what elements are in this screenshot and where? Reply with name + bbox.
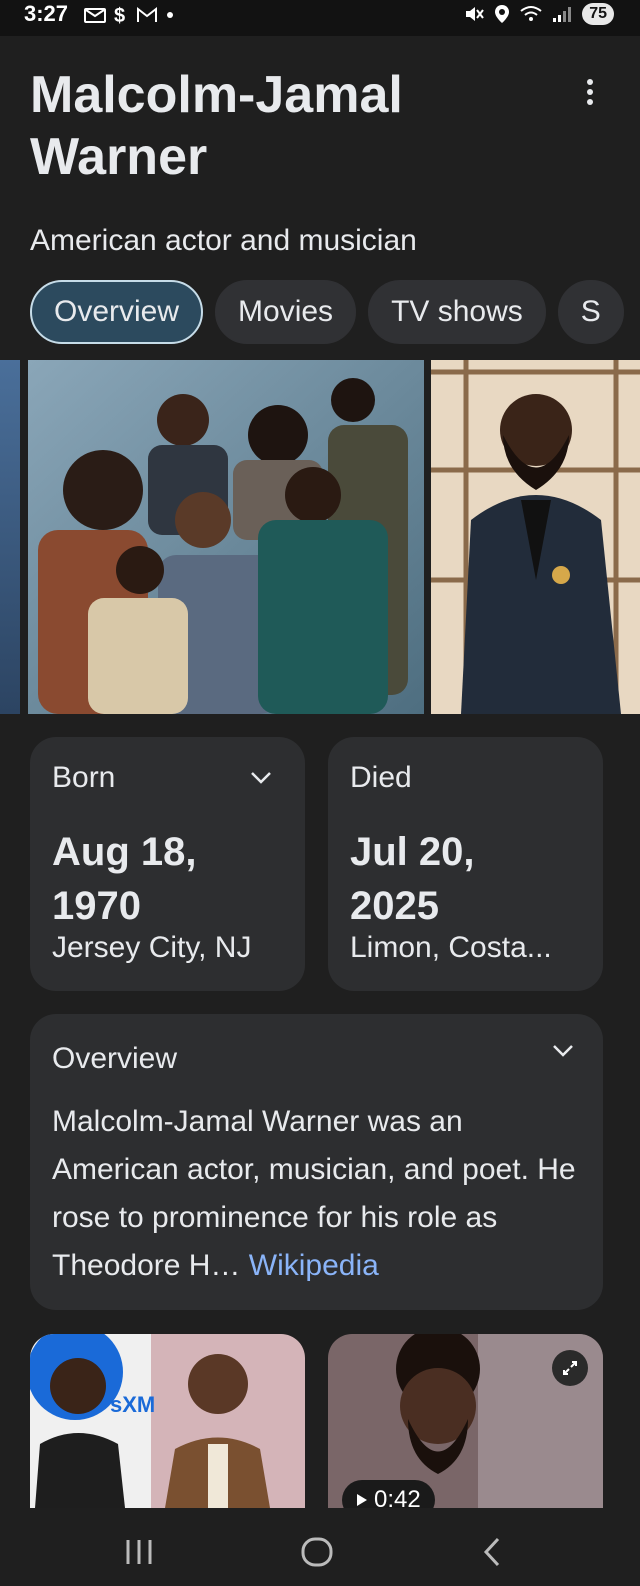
home-icon[interactable] [300, 1536, 334, 1568]
chevron-down-icon[interactable] [250, 771, 272, 785]
died-date-line2: 2025 [350, 884, 439, 928]
born-date: Aug 18, 1970 [52, 825, 292, 933]
location-icon [495, 5, 510, 23]
battery-indicator: 75 [582, 3, 614, 25]
status-bar: 3:27 $ 75 [0, 0, 640, 36]
died-date-line1: Jul 20, [350, 830, 475, 874]
media-thumbnail-video[interactable]: 0:42 [328, 1334, 603, 1508]
signal-icon [553, 7, 572, 22]
born-date-line1: Aug 18, [52, 830, 197, 874]
died-date: Jul 20, 2025 [350, 825, 590, 933]
tab-more[interactable]: S [557, 280, 624, 344]
siriusxm-logo: sXM [110, 1392, 156, 1417]
dollar-icon: $ [114, 5, 125, 26]
expand-icon[interactable] [552, 1350, 588, 1386]
system-navigation-bar [0, 1508, 640, 1586]
svg-text:$: $ [114, 5, 125, 26]
back-icon[interactable] [482, 1536, 502, 1568]
tab-overview[interactable]: Overview [30, 280, 204, 344]
carousel-image-partial[interactable] [0, 360, 20, 714]
page-title: Malcolm-Jamal Warner [30, 66, 403, 186]
born-label: Born [52, 761, 116, 794]
chevron-down-icon[interactable] [552, 1044, 574, 1058]
overview-title: Overview [52, 1042, 178, 1075]
born-card[interactable]: Born Aug 18, 1970 Jersey City, NJ [30, 737, 305, 991]
more-options-icon[interactable] [578, 76, 602, 108]
mute-icon [466, 7, 485, 21]
overview-card[interactable]: Overview Malcolm-Jamal Warner was an Ame… [30, 1014, 603, 1310]
entity-description: American actor and musician [30, 224, 417, 257]
system-icons: 75 [464, 3, 614, 25]
status-time: 3:27 [24, 1, 69, 26]
media-thumbnail-photos[interactable]: sXM [30, 1334, 305, 1508]
notification-icons: $ [84, 4, 174, 26]
wifi-icon [520, 6, 542, 21]
image-carousel[interactable] [0, 360, 640, 714]
died-card[interactable]: Died Jul 20, 2025 Limon, Costa... [328, 737, 603, 991]
recent-apps-icon[interactable] [124, 1538, 154, 1566]
tab-tv-shows[interactable]: TV shows [368, 280, 546, 344]
overview-text: Malcolm-Jamal Warner was an American act… [52, 1098, 592, 1290]
born-date-line2: 1970 [52, 884, 141, 928]
video-duration: 0:42 [374, 1486, 421, 1508]
died-label: Died [350, 761, 412, 794]
wikipedia-link[interactable]: Wikipedia [249, 1249, 379, 1282]
gmail-icon [137, 6, 157, 22]
dot-icon [167, 12, 173, 18]
tab-bar: Overview Movies TV shows S [30, 280, 624, 344]
play-icon [357, 1494, 367, 1506]
carousel-image-family-photo[interactable] [28, 360, 424, 714]
carousel-image-portrait[interactable] [431, 360, 640, 714]
tab-movies[interactable]: Movies [215, 280, 357, 344]
born-place: Jersey City, NJ [52, 931, 252, 964]
email-icon [84, 8, 106, 23]
video-duration-badge: 0:42 [342, 1480, 435, 1508]
died-place: Limon, Costa... [350, 931, 552, 964]
